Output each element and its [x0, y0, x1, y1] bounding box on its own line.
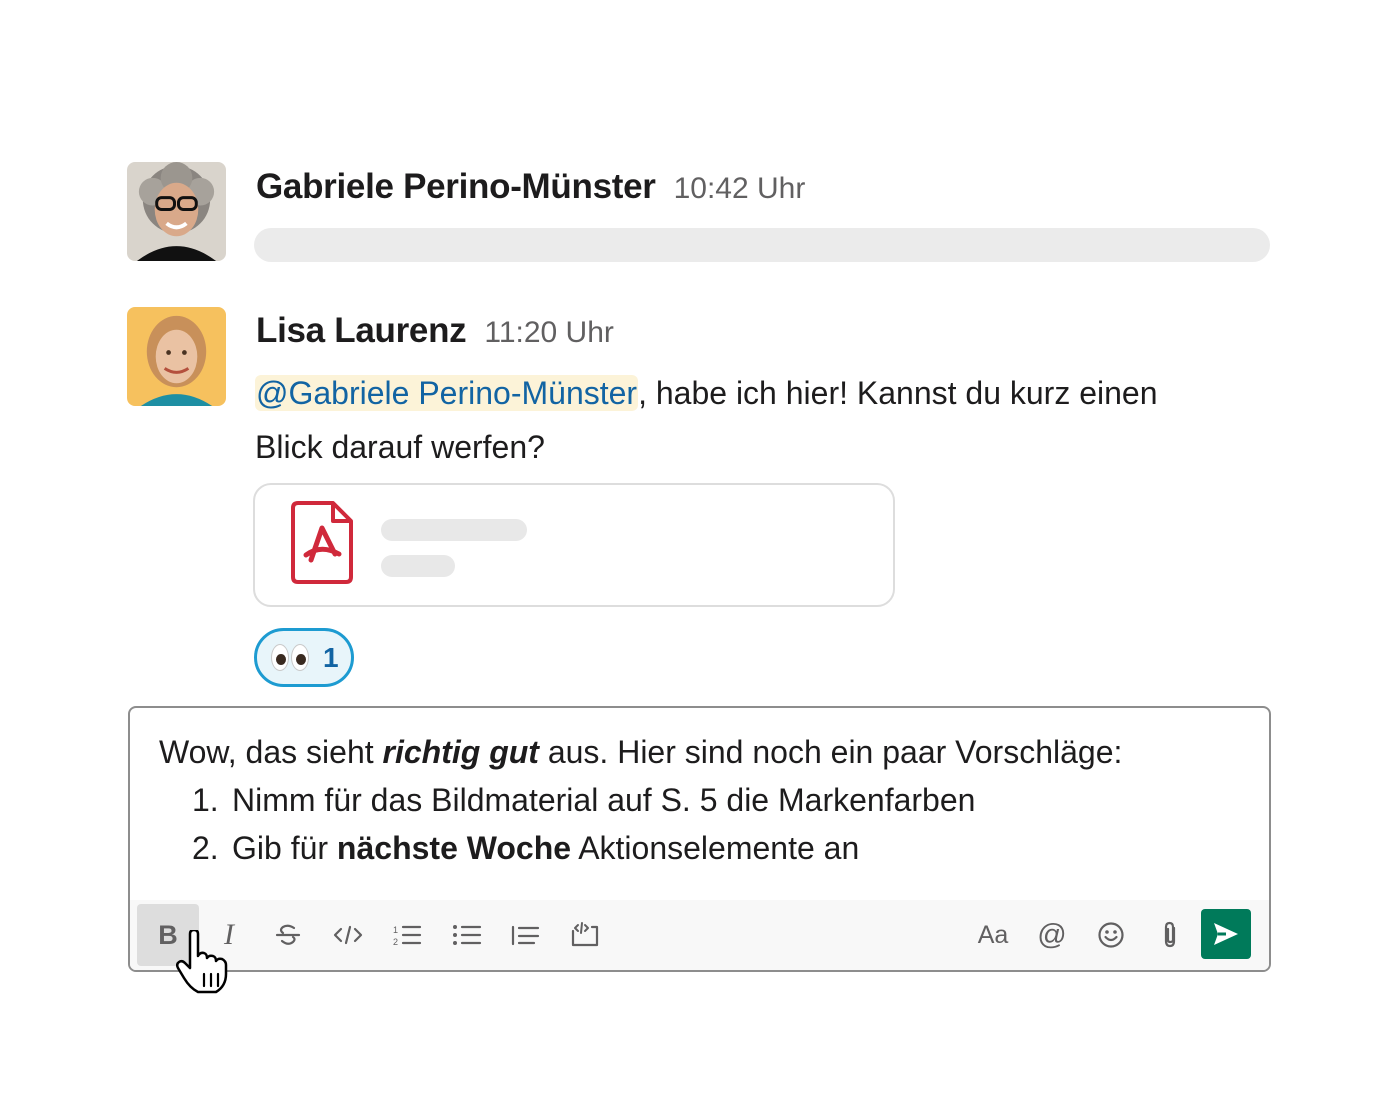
bullet-list-icon — [453, 925, 482, 945]
timestamp[interactable]: 10:42 Uhr — [674, 172, 806, 206]
sender-name[interactable]: Lisa Laurenz — [256, 311, 467, 351]
emoji-button[interactable] — [1080, 904, 1142, 966]
ordered-list-button[interactable]: 12 — [376, 904, 438, 966]
code-block-button[interactable] — [554, 904, 616, 966]
emoji-icon — [1098, 922, 1124, 948]
text-format-icon: Aa — [977, 920, 1009, 949]
avatar-lisa[interactable] — [127, 307, 226, 406]
avatar-gabriele[interactable] — [127, 162, 226, 261]
send-button[interactable] — [1201, 909, 1251, 959]
sender-name[interactable]: Gabriele Perino-Münster — [256, 167, 656, 207]
blockquote-icon — [511, 925, 540, 946]
message-placeholder — [254, 228, 1270, 262]
user-mention[interactable]: @Gabriele Perino-Münster — [255, 375, 639, 411]
eyes-emoji-icon — [271, 644, 309, 671]
code-button[interactable] — [317, 904, 379, 966]
text-format-button[interactable]: Aa — [962, 904, 1024, 966]
message-header: Gabriele Perino-Münster 10:42 Uhr — [256, 167, 805, 207]
bold-icon: B — [158, 919, 178, 950]
mention-button[interactable]: @ — [1021, 904, 1083, 966]
reaction-count: 1 — [323, 641, 339, 673]
composer-line: Wow, das sieht richtig gut aus. Hier sin… — [159, 734, 1123, 770]
blockquote-button[interactable] — [494, 904, 556, 966]
list-item: 2. Gib für nächste Woche Aktionselemente … — [192, 830, 860, 866]
ordered-list-icon: 12 — [393, 925, 422, 947]
svg-text:2: 2 — [393, 937, 398, 947]
message-composer[interactable]: Wow, das sieht richtig gut aus. Hier sin… — [128, 706, 1271, 972]
bold-italic-text: richtig gut — [382, 734, 539, 770]
file-attachment[interactable] — [253, 483, 895, 607]
hand-pointer-cursor-icon — [176, 930, 234, 994]
bullet-list-button[interactable] — [436, 904, 498, 966]
strikethrough-icon — [275, 924, 301, 945]
composer-text[interactable]: Wow, das sieht richtig gut aus. Hier sin… — [159, 728, 1122, 872]
timestamp[interactable]: 11:20 Uhr — [484, 316, 614, 350]
message-text: @Gabriele Perino-Münster, habe ich hier!… — [255, 366, 1215, 474]
attachment-button[interactable] — [1139, 904, 1201, 966]
strikethrough-button[interactable] — [257, 904, 319, 966]
code-block-icon — [571, 922, 599, 947]
reaction-badge[interactable]: 1 — [254, 628, 354, 687]
send-icon — [1214, 923, 1238, 945]
code-icon — [333, 925, 363, 945]
message-header: Lisa Laurenz 11:20 Uhr — [256, 311, 614, 351]
mention-icon: @ — [1037, 918, 1067, 951]
pdf-icon — [289, 500, 355, 586]
attachment-icon — [1164, 921, 1176, 948]
svg-text:1: 1 — [393, 925, 398, 935]
formatting-toolbar: B I 12 Aa @ — [130, 900, 1269, 970]
list-item: 1. Nimm für das Bildmaterial auf S. 5 die… — [192, 782, 976, 818]
bold-text: nächste Woche — [336, 830, 572, 866]
file-meta-placeholder — [381, 555, 455, 577]
file-name-placeholder — [381, 519, 527, 541]
